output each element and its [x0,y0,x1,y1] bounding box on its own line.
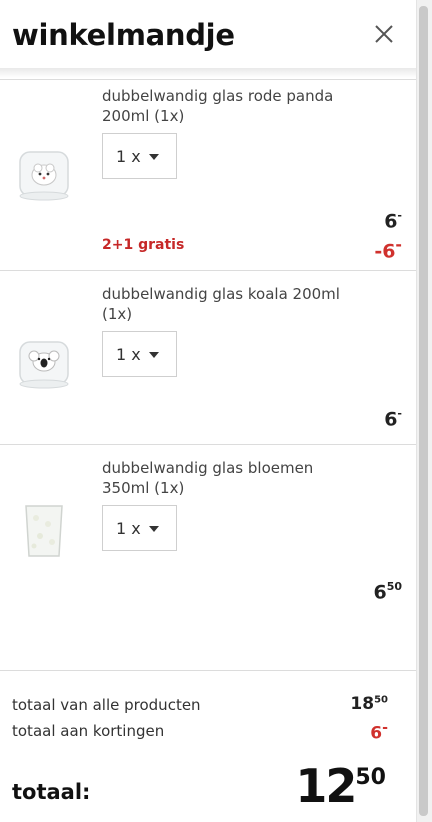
item-name: dubbelwandig glas rode panda 200ml (1x) [102,87,334,125]
item-name: dubbelwandig glas bloemen 350ml (1x) [102,459,314,497]
promo-label: 2+1 gratis [102,237,185,253]
close-button[interactable] [370,20,398,48]
quantity-value: 1 x [116,345,141,364]
discounts-total-label: totaal aan kortingen [12,722,165,740]
quantity-value: 1 x [116,147,141,166]
chevron-down-icon [149,154,159,160]
divider [0,79,416,80]
page-title: winkelmandje [12,18,235,52]
header-divider [0,68,416,78]
scrollbar-thumb[interactable] [419,6,428,816]
quantity-select[interactable]: 1 x [102,133,177,179]
item-price: 650 [373,580,402,604]
divider [0,270,416,271]
grand-total-label: totaal: [12,780,91,804]
quantity-value: 1 x [116,519,141,538]
quantity-select[interactable]: 1 x [102,505,177,551]
products-total-label: totaal van alle producten [12,696,201,714]
cart-panel: winkelmandje dubbelwandig glas rode pand… [0,0,416,822]
item-name: dubbelwandig glas koala 200ml (1x) [102,285,340,323]
glass-red-panda-image [19,151,69,201]
chevron-down-icon [149,526,159,532]
cart-header: winkelmandje [0,0,416,70]
item-price: 6- [384,209,402,233]
close-icon [375,25,393,43]
quantity-select[interactable]: 1 x [102,331,177,377]
item-price: 6- [384,407,402,431]
glass-koala-image [19,341,69,389]
chevron-down-icon [149,352,159,358]
products-total-value: 1850 [350,694,388,714]
grand-total-value: 1250 [295,759,386,813]
glass-flowers-image [25,505,63,557]
divider [0,444,416,445]
discounts-total-value: 6- [370,720,388,744]
item-discount: -6- [374,235,402,263]
divider [0,670,416,671]
